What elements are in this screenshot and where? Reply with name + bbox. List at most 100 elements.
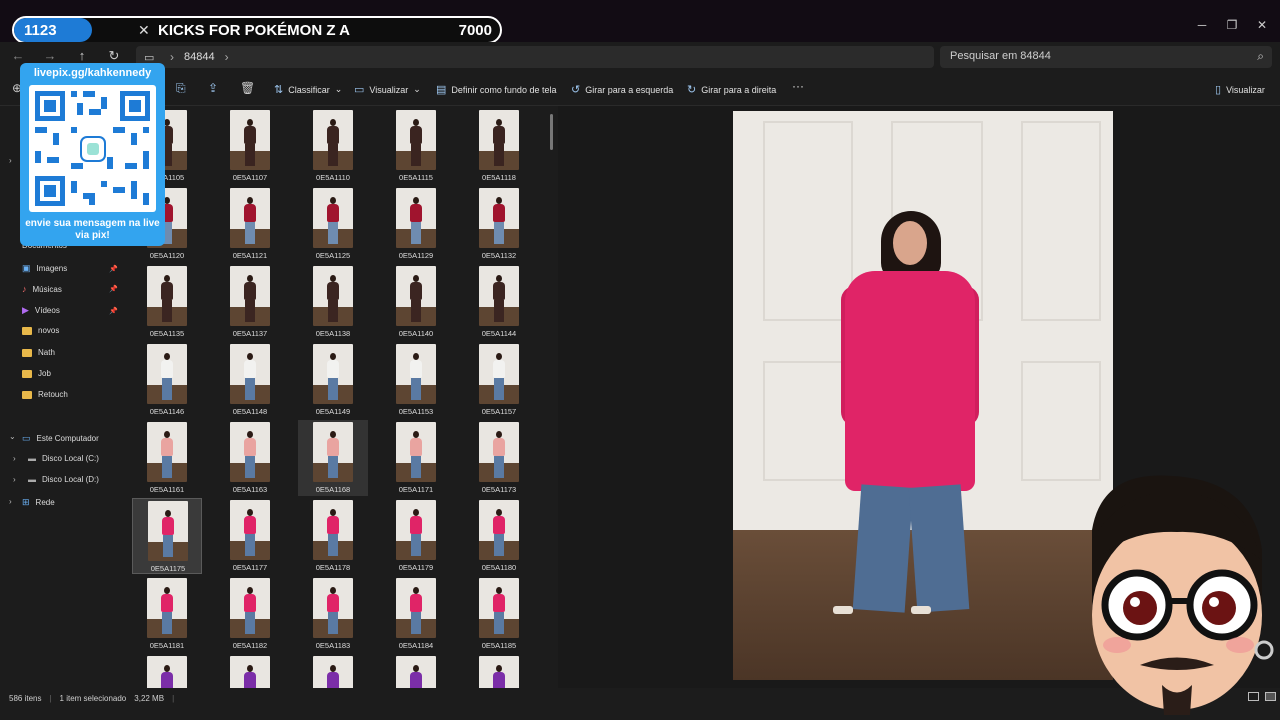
file-thumbnail[interactable]: 0E5A1138 [298,264,368,340]
forward-icon[interactable]: → [40,48,60,63]
chevron-right-icon[interactable]: › [9,497,12,506]
file-thumbnail[interactable]: 0E5A1175 [132,498,202,574]
file-name: 0E5A1181 [149,641,185,650]
file-thumbnail[interactable]: 0E5A1153 [381,342,451,418]
rename-icon[interactable]: ⎘ [176,81,186,96]
preview-pane-button[interactable]: ▯ Visualizar [1215,83,1265,96]
maximize-icon[interactable]: ❐ [1217,18,1247,32]
back-icon[interactable]: ← [8,48,28,63]
file-thumbnail[interactable]: 0E5A1144 [464,264,534,340]
file-thumbnail[interactable] [215,654,285,688]
file-thumbnail[interactable]: 0E5A1163 [215,420,285,496]
set-wallpaper-button[interactable]: ▤ Definir como fundo de tela [436,83,556,96]
sidebar-item-retouch[interactable]: Retouch [22,390,122,399]
sidebar-item-images[interactable]: ▣ Imagens 📌 [22,263,122,274]
file-thumbnail[interactable] [464,654,534,688]
file-thumbnail[interactable]: 0E5A1157 [464,342,534,418]
file-thumbnail[interactable]: 0E5A1115 [381,108,451,184]
view-button[interactable]: ▭ Visualizar ⌄ [354,83,421,96]
thumbnail-image [313,578,353,638]
model-face [893,221,927,265]
title-bar: 1123 ✕ KICKS FOR POKÉMON Z A 7000 ─ ❐ ✕ [0,0,1280,44]
file-thumbnail[interactable]: 0E5A1182 [215,576,285,652]
file-thumbnail[interactable]: 0E5A1129 [381,186,451,262]
file-thumbnail[interactable]: 0E5A1137 [215,264,285,340]
thumbnail-image [147,344,187,404]
sidebar-item-job[interactable]: Job [22,369,122,378]
thumbnail-image [313,500,353,560]
minimize-icon[interactable]: ─ [1187,18,1217,32]
chevron-right-icon[interactable]: › [13,475,16,484]
file-thumbnail[interactable]: 0E5A1107 [215,108,285,184]
file-thumbnail[interactable]: 0E5A1177 [215,498,285,574]
file-name: 0E5A1125 [315,251,351,260]
command-bar: ⊕ ⎘ ⇪ 🗑 ⇅ Classificar ⌄ ▭ Visualizar ⌄ ▤… [0,72,1280,106]
close-window-icon[interactable]: ✕ [1247,18,1277,32]
file-thumbnail[interactable]: 0E5A1161 [132,420,202,496]
computer-icon: ▭ [22,433,31,443]
breadcrumb[interactable]: ▭ › 84844 › [136,46,934,68]
sidebar-item-novos[interactable]: novos [22,326,122,335]
chevron-right-icon[interactable]: › [9,156,12,165]
sidebar-item-disk-d[interactable]: ▬ Disco Local (D:) [28,475,128,484]
share-icon[interactable]: ⇪ [208,81,218,95]
thumbnail-image [313,344,353,404]
sidebar-item-label: novos [38,326,60,335]
file-name: 0E5A1149 [315,407,351,416]
file-thumbnail[interactable]: 0E5A1185 [464,576,534,652]
file-thumbnail[interactable] [132,654,202,688]
delete-icon[interactable]: 🗑 [240,81,255,95]
search-input[interactable]: Pesquisar em 84844 ⌕ [940,46,1272,68]
file-thumbnail[interactable] [381,654,451,688]
file-thumbnail[interactable]: 0E5A1184 [381,576,451,652]
more-options-button[interactable]: ··· [792,79,804,93]
thumbnail-image [313,188,353,248]
breadcrumb-folder[interactable]: 84844 [184,51,215,63]
file-thumbnail[interactable]: 0E5A1149 [298,342,368,418]
scrollbar-thumb[interactable] [550,114,553,150]
file-thumbnail[interactable]: 0E5A1110 [298,108,368,184]
sort-icon: ⇅ [274,84,284,96]
file-thumbnail[interactable]: 0E5A1168 [298,420,368,496]
file-thumbnail[interactable]: 0E5A1135 [132,264,202,340]
thumbnail-image [230,266,270,326]
jeans-right [908,484,970,613]
file-thumbnail[interactable]: 0E5A1118 [464,108,534,184]
file-name: 0E5A1177 [232,563,268,572]
file-thumbnail[interactable]: 0E5A1181 [132,576,202,652]
sidebar-item-disk-c[interactable]: ▬ Disco Local (C:) [28,454,128,463]
file-thumbnail[interactable]: 0E5A1140 [381,264,451,340]
rotate-left-button[interactable]: ↺ Girar para a esquerda [571,83,673,96]
sidebar-item-music[interactable]: ♪ Músicas 📌 [22,284,122,294]
file-thumbnail[interactable]: 0E5A1180 [464,498,534,574]
thumbnail-image [479,188,519,248]
sidebar-item-nath[interactable]: Nath [22,348,122,357]
close-tab-icon[interactable]: ✕ [138,22,158,39]
donation-goal-bar: 1123 ✕ KICKS FOR POKÉMON Z A 7000 [12,16,502,44]
refresh-icon[interactable]: ↻ [104,48,124,64]
file-thumbnail[interactable] [298,654,368,688]
sort-button[interactable]: ⇅ Classificar ⌄ [274,83,342,96]
sidebar-item-this-pc[interactable]: ▭ Este Computador [22,433,122,444]
file-name: 0E5A1183 [315,641,351,650]
file-thumbnail[interactable]: 0E5A1132 [464,186,534,262]
chevron-right-icon[interactable]: › [13,454,16,463]
file-thumbnail[interactable]: 0E5A1121 [215,186,285,262]
file-thumbnail[interactable]: 0E5A1173 [464,420,534,496]
file-thumbnail[interactable]: 0E5A1125 [298,186,368,262]
file-thumbnail[interactable]: 0E5A1148 [215,342,285,418]
pin-icon: 📌 [109,286,118,293]
chevron-down-icon: ⌄ [334,84,343,94]
file-thumbnail[interactable]: 0E5A1179 [381,498,451,574]
rotate-right-button[interactable]: ↻ Girar para a direita [687,83,776,96]
up-icon[interactable]: ↑ [72,48,92,63]
file-thumbnail[interactable]: 0E5A1183 [298,576,368,652]
file-thumbnail[interactable]: 0E5A1171 [381,420,451,496]
sidebar-item-network[interactable]: ⊞ Rede [22,497,122,508]
chevron-down-icon[interactable]: ⌄ [9,432,16,441]
file-thumbnail[interactable]: 0E5A1146 [132,342,202,418]
sidebar-item-label: Nath [38,348,55,357]
file-thumbnail[interactable]: 0E5A1178 [298,498,368,574]
network-icon: ⊞ [22,497,30,507]
sidebar-item-videos[interactable]: ▶ Vídeos 📌 [22,305,122,316]
